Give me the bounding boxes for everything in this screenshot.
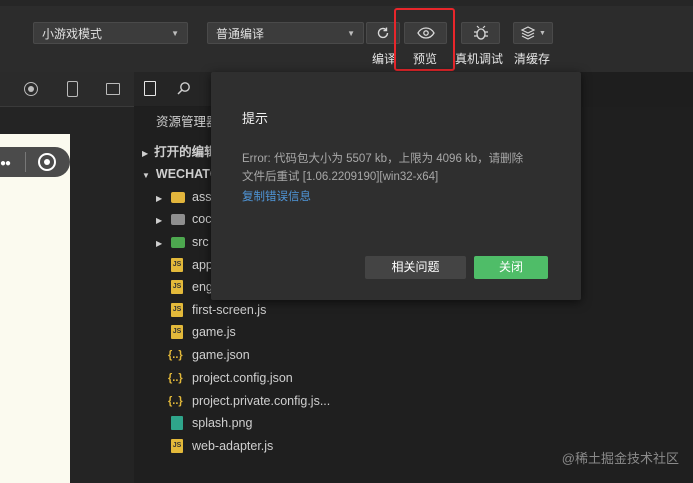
json-file-icon: {..} [168, 372, 183, 384]
chevron-down-icon: ▼ [142, 171, 150, 180]
chevron-right-icon: ▶ [142, 149, 149, 158]
file-name: web-adapter.js [192, 439, 274, 453]
related-issues-button[interactable]: 相关问题 [365, 256, 466, 279]
capsule-menu[interactable]: ●● [0, 147, 70, 177]
real-debug-button[interactable] [461, 22, 500, 44]
chevron-right-icon: ▶ [156, 216, 163, 225]
chevron-down-icon: ▼ [171, 29, 179, 38]
more-dots-icon[interactable]: ●● [0, 158, 11, 169]
explorer-toolbar [134, 72, 214, 106]
file-name: project.private.config.js... [192, 394, 331, 408]
folder-icon [171, 237, 185, 248]
compile-select[interactable]: 普通编译 ▼ [207, 22, 364, 44]
folder-row[interactable]: ▶ ass [156, 186, 211, 208]
clear-cache-button[interactable]: ▼ [513, 22, 553, 44]
copy-error-link[interactable]: 复制错误信息 [242, 188, 311, 204]
record-icon[interactable] [24, 82, 38, 96]
file-name: project.config.json [192, 371, 293, 385]
clear-cache-label: 清缓存 [514, 52, 551, 66]
toolbar: 小游戏模式 ▼ 普通编译 ▼ 编译 预览 真机调试 ▼ 清缓存 [0, 0, 693, 72]
mode-select[interactable]: 小游戏模式 ▼ [33, 22, 188, 44]
folder-name: ass [192, 190, 212, 204]
folder-row[interactable]: ▶ coc [156, 208, 211, 230]
close-dialog-button[interactable]: 关闭 [474, 256, 548, 279]
file-name: first-screen.js [192, 303, 267, 317]
preview-highlight-box [394, 8, 455, 71]
simulator-screen[interactable] [0, 134, 70, 483]
copy-files-icon[interactable] [144, 81, 156, 96]
dialog-message-line1: Error: 代码包大小为 5507 kb，上限为 4096 kb，请删除 [242, 153, 524, 165]
bug-icon [473, 25, 488, 40]
watermark: @稀土掘金技术社区 [561, 451, 679, 466]
real-debug-label: 真机调试 [455, 52, 504, 66]
json-file-icon: {..} [168, 349, 183, 361]
top-strip [0, 0, 693, 6]
file-name: game.js [192, 325, 236, 339]
chevron-right-icon: ▶ [156, 239, 163, 248]
open-editors-label: 打开的编辑 [154, 145, 217, 159]
close-capsule-icon[interactable] [38, 153, 56, 171]
compile-select-value: 普通编译 [216, 27, 265, 41]
search-icon[interactable] [177, 81, 191, 95]
chevron-down-icon: ▼ [347, 29, 355, 38]
phone-icon[interactable] [67, 81, 78, 97]
folder-icon [171, 192, 185, 203]
mode-select-value: 小游戏模式 [42, 27, 103, 41]
layers-icon [520, 26, 536, 40]
compile-label: 编译 [372, 52, 397, 66]
error-dialog: 提示 Error: 代码包大小为 5507 kb，上限为 4096 kb，请删除… [211, 72, 581, 300]
folder-name: src [192, 235, 209, 249]
dialog-title: 提示 [242, 111, 269, 126]
chevron-right-icon: ▶ [156, 194, 163, 203]
js-file-icon: JS [171, 439, 183, 453]
simulator-toolbar [0, 72, 134, 107]
refresh-icon [377, 27, 389, 39]
folder-name: coc [192, 212, 212, 226]
js-file-icon: JS [171, 303, 183, 317]
js-file-icon: JS [171, 325, 183, 339]
file-name: eng [192, 280, 213, 294]
open-editors-section[interactable]: ▶ 打开的编辑 [142, 141, 217, 163]
explorer-title: 资源管理器 [156, 115, 219, 129]
json-file-icon: {..} [168, 395, 183, 407]
file-name: app [192, 258, 213, 272]
window-icon[interactable] [106, 83, 120, 95]
folder-icon [171, 214, 185, 225]
dialog-message-line2: 文件后重试 [1.06.2209190][win32-x64] [242, 171, 439, 183]
js-file-icon: JS [171, 258, 183, 272]
image-file-icon [171, 416, 183, 430]
file-name: splash.png [192, 416, 253, 430]
folder-row[interactable]: ▶ src [156, 231, 209, 253]
project-section[interactable]: ▼ WECHATG [142, 163, 220, 185]
js-file-icon: JS [171, 280, 183, 294]
file-name: game.json [192, 348, 250, 362]
chevron-down-icon: ▼ [539, 29, 546, 37]
